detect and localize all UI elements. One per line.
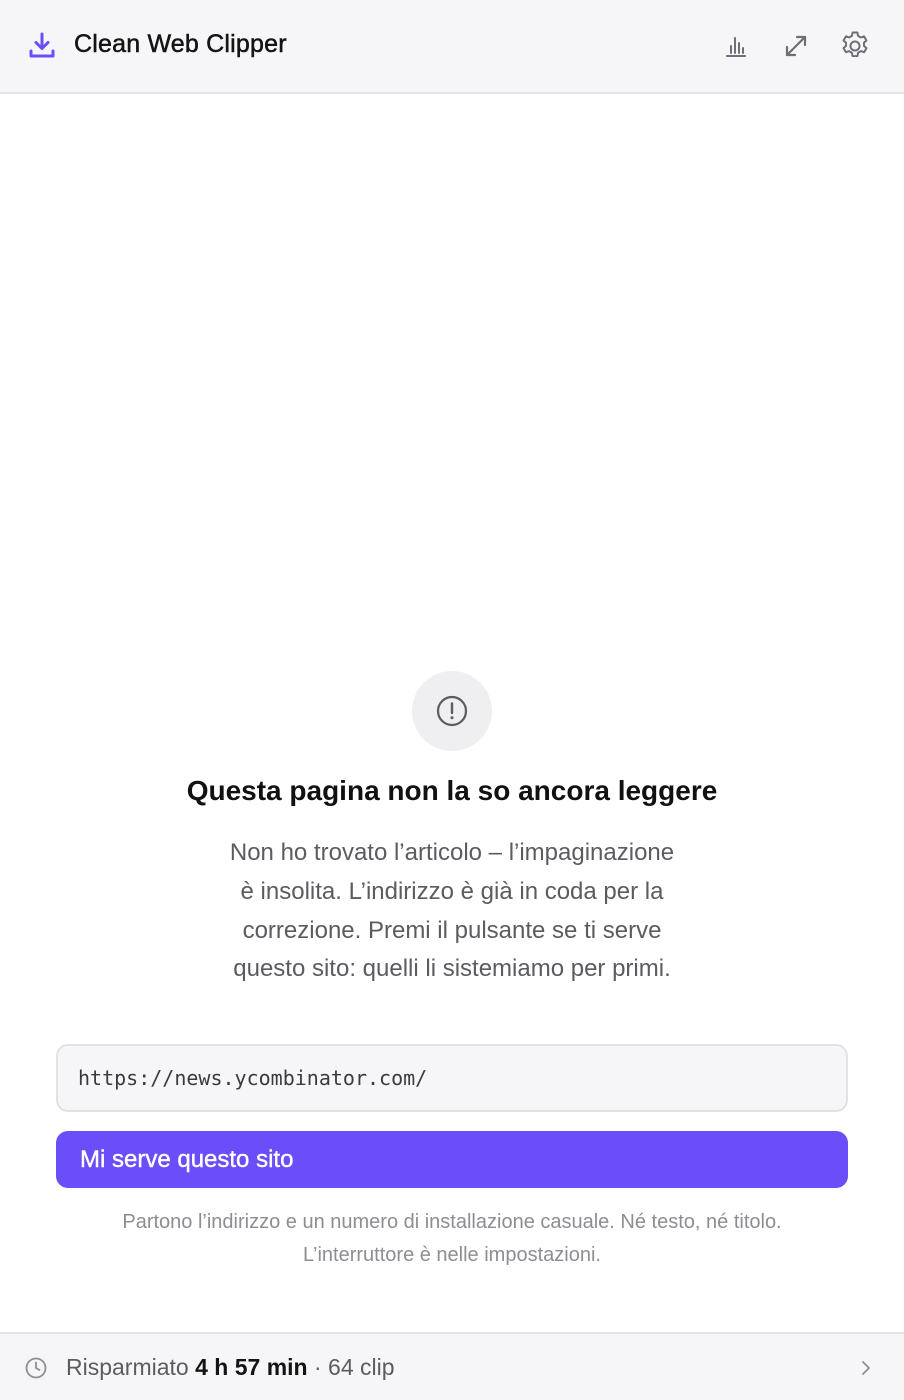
privacy-note-line: L’interruttore è nelle impostazioni. [303, 1244, 601, 1266]
gear-icon [842, 31, 868, 58]
error-description: Non ho trovato l’articolo – l’impaginazi… [229, 839, 675, 983]
privacy-note-line: Partono l’indirizzo e un numero di insta… [122, 1211, 782, 1233]
app-title: Clean Web Clipper [74, 30, 287, 59]
time-saved-text: Risparmiato 4 h 57 min · 64 clip [66, 1354, 395, 1381]
clip-count: · 64 clip [307, 1354, 395, 1380]
stats-button[interactable] [718, 28, 754, 64]
time-saved-bar[interactable]: Risparmiato 4 h 57 min · 64 clip [0, 1332, 904, 1400]
request-site-button[interactable]: Mi serve questo sito [56, 1131, 848, 1188]
settings-button[interactable] [837, 28, 873, 64]
chevron-right-icon [862, 1361, 870, 1375]
clock-icon [25, 1357, 47, 1379]
error-title: Questa pagina non la so ancora leggere [186, 775, 718, 806]
time-saved-value: 4 h 57 min [195, 1354, 308, 1380]
time-saved-prefix: Risparmiato [66, 1354, 196, 1380]
privacy-note: Partono l’indirizzo e un numero di insta… [60, 1206, 844, 1272]
clipper-panel: Clean Web Clipper Questa pagina non la s… [0, 0, 904, 1400]
warning-badge [412, 671, 492, 751]
bar-chart-icon [726, 37, 746, 57]
expand-arrows-icon [785, 35, 807, 57]
alert-circle-icon [436, 695, 468, 727]
url-field[interactable]: https://news.ycombinator.com/ [56, 1044, 848, 1112]
header: Clean Web Clipper [0, 0, 904, 94]
download-tray-icon [26, 30, 58, 62]
expand-button[interactable] [778, 28, 814, 64]
